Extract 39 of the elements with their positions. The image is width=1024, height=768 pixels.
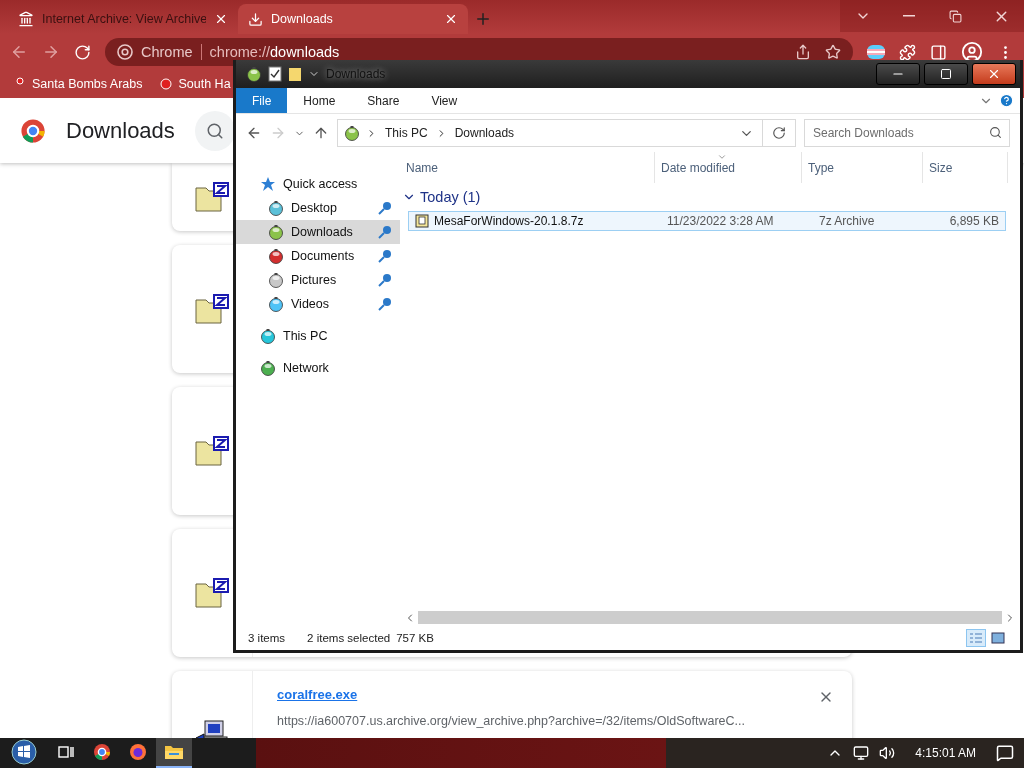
- scheme-label: Chrome: [141, 44, 193, 60]
- ribbon-tab[interactable]: Share: [351, 88, 416, 113]
- column-header[interactable]: Date modified: [655, 152, 802, 183]
- group-label: Today (1): [420, 189, 481, 205]
- bookmark[interactable]: South Ha: [160, 77, 231, 91]
- file-name-cell: MesaForWindows-20.1.8.7z: [409, 214, 661, 228]
- nav-item[interactable]: Desktop: [236, 196, 400, 220]
- type-cell-text: 7z Archive: [818, 214, 876, 228]
- nav-item[interactable]: Pictures: [236, 268, 400, 292]
- address-field[interactable]: This PC Downloads: [337, 119, 796, 147]
- nav-item[interactable]: This PC: [236, 324, 400, 348]
- breadcrumb-item[interactable]: Downloads: [452, 126, 517, 140]
- column-header[interactable]: Size: [923, 152, 1008, 183]
- file-link[interactable]: coralfree.exe: [277, 687, 828, 702]
- nav-item[interactable]: Downloads: [236, 220, 400, 244]
- url-text: chrome://downloads: [209, 44, 340, 60]
- bookmark[interactable]: Santa Bombs Arabs: [14, 77, 143, 91]
- status-text: 757 KB: [396, 632, 434, 644]
- group-header[interactable]: Today (1): [400, 183, 1006, 211]
- file-row[interactable]: MesaForWindows-20.1.8.7z 11/23/2022 3:28 AM 7z Archive 6,895 KB: [408, 211, 1006, 231]
- status-text: 3 items: [248, 632, 286, 644]
- source-url: https://ia600707.us.archive.org/view_archive.php?archive=/32/items/OldSoftwareC...: [277, 714, 746, 728]
- nav-item[interactable]: Documents: [236, 244, 400, 268]
- ribbon-tab[interactable]: File: [236, 88, 288, 113]
- column-header[interactable]: Name: [400, 152, 655, 183]
- search-field[interactable]: Search Downloads: [804, 119, 1010, 147]
- status-text: 2 items selected: [307, 632, 391, 644]
- date-cell-text: 11/23/2022 3:28 AM: [666, 214, 775, 228]
- clock[interactable]: 4:15:01 AM: [905, 746, 986, 760]
- breadcrumb-item[interactable]: This PC: [383, 126, 430, 140]
- browser-tab[interactable]: Downloads: [238, 4, 468, 34]
- ribbon-tab[interactable]: Home: [287, 88, 352, 113]
- column-header[interactable]: Type: [802, 152, 923, 183]
- ribbon-tab[interactable]: View: [415, 88, 474, 113]
- nav-item[interactable]: Videos: [236, 292, 400, 316]
- page-title: Downloads: [66, 117, 175, 144]
- nav-item[interactable]: Network: [236, 356, 400, 380]
- size-cell-text: 6,895 KB: [948, 214, 1000, 228]
- nav-item[interactable]: Quick access: [236, 172, 400, 196]
